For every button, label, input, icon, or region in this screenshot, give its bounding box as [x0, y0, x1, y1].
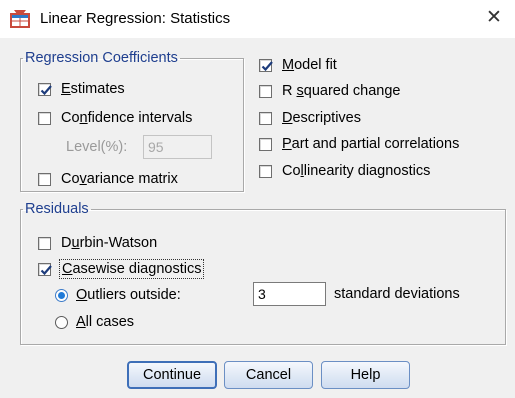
casewise-diagnostics-label: Casewise diagnostics — [58, 259, 205, 279]
descriptives-checkbox-row[interactable]: Descriptives — [259, 108, 361, 128]
regression-coefficients-legend: Regression Coefficients — [25, 50, 178, 66]
descriptives-label: Descriptives — [282, 110, 361, 126]
all-cases-radio[interactable] — [55, 315, 68, 329]
level-input[interactable]: 95 — [143, 135, 212, 159]
covariance-matrix-label: Covariance matrix — [61, 171, 178, 187]
covariance-matrix-checkbox[interactable] — [38, 172, 51, 186]
estimates-checkbox[interactable] — [38, 82, 52, 96]
durbin-watson-checkbox[interactable] — [38, 236, 51, 250]
part-partial-correlations-checkbox[interactable] — [259, 137, 272, 151]
help-button[interactable]: Help — [321, 361, 410, 389]
standard-deviations-label: standard deviations — [334, 286, 460, 302]
confidence-intervals-label: Confidence intervals — [61, 110, 193, 126]
durbin-watson-checkbox-row[interactable]: Durbin-Watson — [38, 233, 157, 253]
model-fit-checkbox[interactable] — [259, 58, 273, 72]
part-partial-correlations-checkbox-row[interactable]: Part and partial correlations — [259, 134, 459, 154]
covariance-matrix-checkbox-row[interactable]: Covariance matrix — [38, 169, 178, 189]
level-label: Level(%): — [66, 139, 128, 155]
confidence-intervals-checkbox[interactable] — [38, 111, 51, 125]
estimates-checkbox-row[interactable]: Estimates — [38, 79, 125, 99]
dialog-content: Regression Coefficients Estimates Confid… — [0, 38, 515, 398]
casewise-diagnostics-checkbox[interactable] — [38, 262, 52, 276]
part-partial-correlations-label: Part and partial correlations — [282, 136, 460, 152]
model-fit-label: Model fit — [282, 57, 337, 73]
residuals-legend: Residuals — [25, 201, 89, 217]
title-bar: Linear Regression: Statistics ✕ — [0, 0, 515, 39]
continue-button[interactable]: Continue — [127, 361, 217, 389]
spss-app-icon — [9, 9, 31, 29]
model-fit-checkbox-row[interactable]: Model fit — [259, 55, 337, 75]
outliers-std-dev-input[interactable]: 3 — [253, 282, 326, 306]
collinearity-diagnostics-label: Collinearity diagnostics — [282, 163, 431, 179]
r-squared-change-checkbox[interactable] — [259, 84, 272, 98]
outliers-outside-label: Outliers outside: — [76, 287, 181, 303]
outliers-outside-radio[interactable] — [55, 288, 68, 302]
confidence-intervals-checkbox-row[interactable]: Confidence intervals — [38, 108, 192, 128]
collinearity-diagnostics-checkbox[interactable] — [259, 164, 272, 178]
estimates-label: Estimates — [61, 81, 125, 97]
casewise-diagnostics-checkbox-row[interactable]: Casewise diagnostics — [38, 259, 205, 279]
descriptives-checkbox[interactable] — [259, 111, 272, 125]
r-squared-change-label: R squared change — [282, 83, 401, 99]
cancel-button[interactable]: Cancel — [224, 361, 313, 389]
all-cases-label: All cases — [76, 314, 135, 330]
durbin-watson-label: Durbin-Watson — [61, 235, 158, 251]
close-icon[interactable]: ✕ — [481, 4, 507, 32]
radio-selected-dot — [58, 291, 65, 299]
all-cases-radio-row[interactable]: All cases — [55, 312, 134, 332]
outliers-outside-radio-row[interactable]: Outliers outside: — [55, 285, 181, 305]
window-title: Linear Regression: Statistics — [40, 10, 231, 27]
collinearity-diagnostics-checkbox-row[interactable]: Collinearity diagnostics — [259, 161, 430, 181]
r-squared-change-checkbox-row[interactable]: R squared change — [259, 81, 401, 101]
